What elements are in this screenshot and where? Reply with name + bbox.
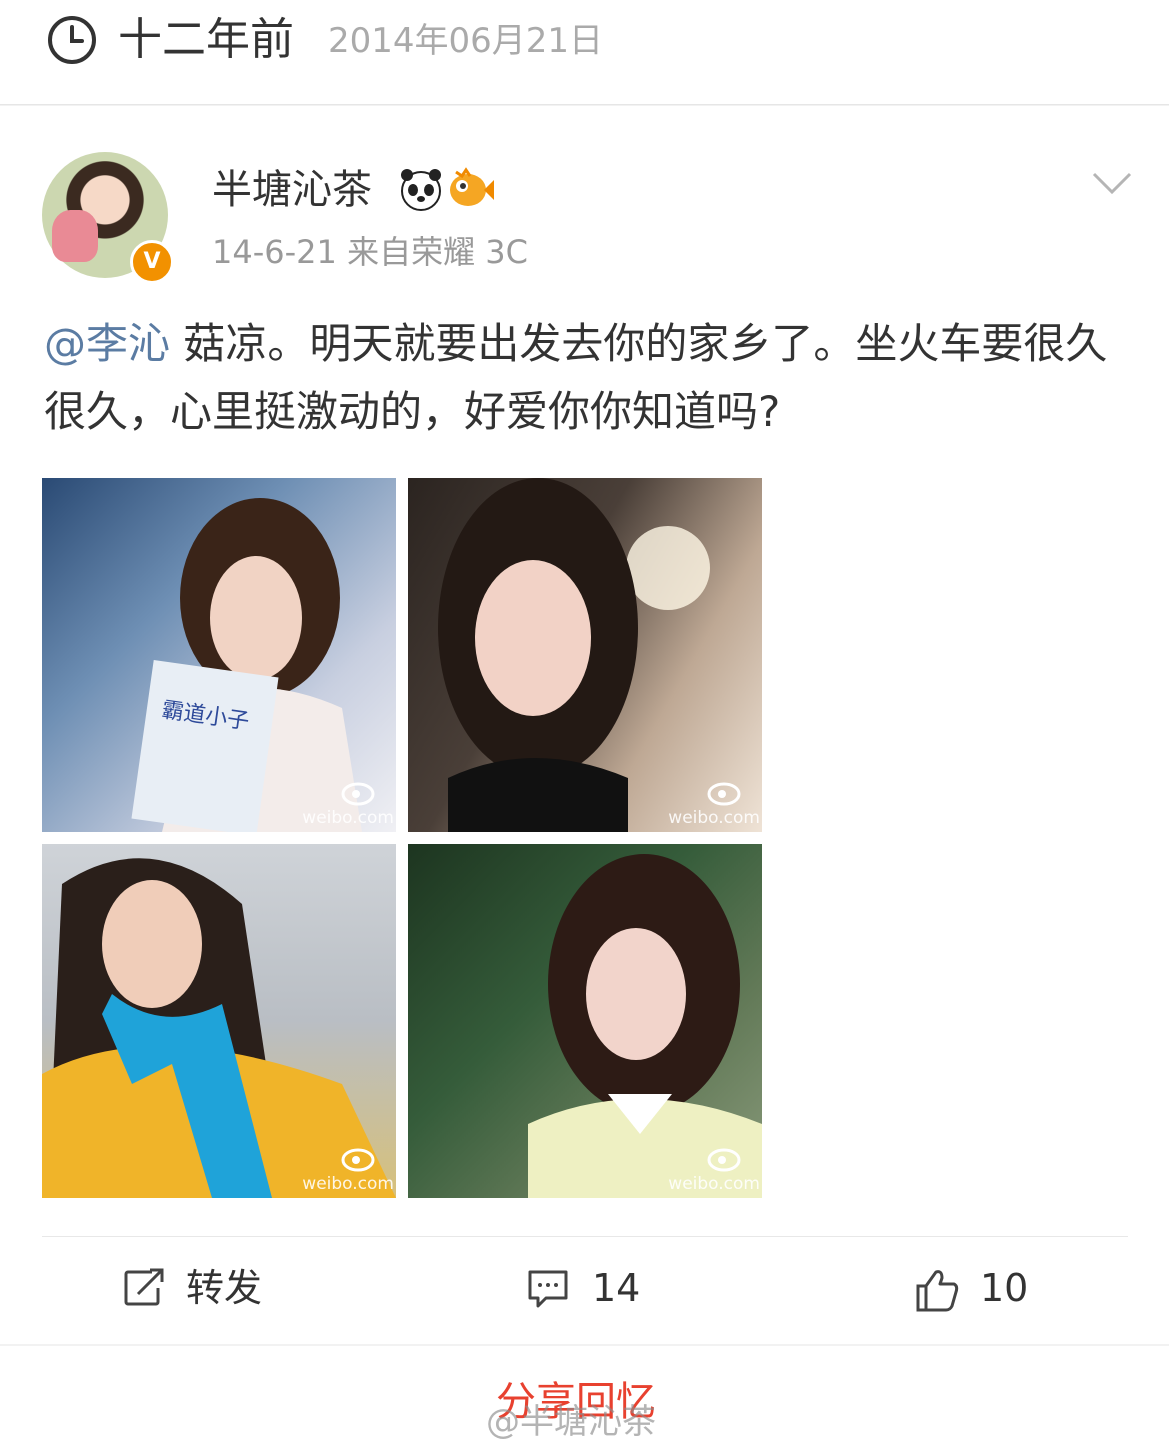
screenshot-watermark: @半塘沁茶: [486, 1402, 656, 1442]
post-body: 菇凉。明天就要出发去你的家乡了。坐火车要很久很久，心里挺激动的，好爱你你知道吗?: [44, 319, 1108, 436]
memory-date: 2014年06月21日: [328, 21, 604, 61]
post-image-1[interactable]: 霸道小子 weibo.com: [42, 478, 396, 832]
comment-count: 14: [592, 1266, 641, 1310]
weibo-logo-icon: [341, 1148, 375, 1172]
chevron-down-icon[interactable]: [1090, 168, 1134, 198]
repost-icon: [124, 1268, 164, 1306]
weibo-logo-icon: [707, 1148, 741, 1172]
username[interactable]: 半塘沁茶: [212, 164, 372, 216]
mention-link[interactable]: @李沁: [44, 319, 170, 368]
like-button[interactable]: 10: [914, 1258, 1054, 1318]
post-text: @李沁 菇凉。明天就要出发去你的家乡了。坐火车要很久很久，心里挺激动的，好爱你你…: [44, 310, 1134, 446]
repost-button[interactable]: 转发: [122, 1258, 322, 1318]
thumbs-up-icon: [916, 1270, 959, 1312]
share-bar[interactable]: 分享回忆 @半塘沁茶: [0, 1346, 1169, 1453]
comment-icon: [528, 1270, 568, 1308]
image-watermark: weibo.com: [668, 808, 760, 828]
panda-emoji-icon: [401, 169, 441, 211]
verified-badge: V: [130, 240, 174, 284]
fish-emoji-icon: [450, 167, 494, 206]
comment-button[interactable]: 14: [526, 1258, 666, 1318]
post-card: V 半塘沁茶 14-6-21 来自荣耀 3C @李沁 菇凉。明天就要出发去你的家…: [0, 106, 1169, 1344]
clock-icon: [48, 16, 96, 64]
image-watermark: weibo.com: [302, 1174, 394, 1194]
divider: [42, 1236, 1128, 1237]
image-watermark: weibo.com: [302, 808, 394, 828]
avatar-photo-detail: [52, 210, 98, 262]
post-image-4[interactable]: weibo.com: [408, 844, 762, 1198]
memory-header: 十二年前 2014年06月21日: [0, 0, 1169, 105]
time-ago-label: 十二年前: [118, 14, 294, 65]
post-image-2[interactable]: weibo.com: [408, 478, 762, 832]
post-image-3[interactable]: weibo.com: [42, 844, 396, 1198]
image-watermark: weibo.com: [668, 1174, 760, 1194]
repost-label: 转发: [186, 1266, 263, 1310]
like-count: 10: [980, 1266, 1029, 1310]
post-meta: 14-6-21 来自荣耀 3C: [212, 233, 528, 271]
weibo-logo-icon: [707, 782, 741, 806]
weibo-logo-icon: [341, 782, 375, 806]
